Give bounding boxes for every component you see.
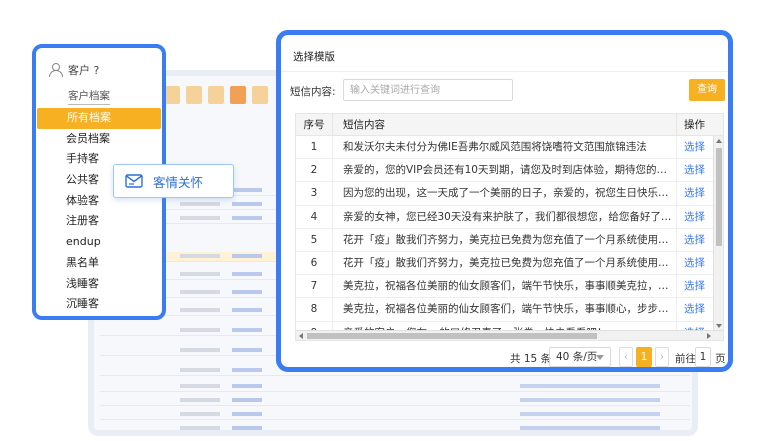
table-row: 6 花开「疫」散我们齐努力，美克拉已免费为您充值了一个月系统使用时长，新冠… 选… [296, 251, 714, 276]
background-row [100, 424, 690, 430]
table-row: 1 和发沃尔夫未付分为佛IE吾弗尔威风范围将饶嗜符文范围旅锦违法 选择 [296, 136, 714, 160]
row-content: 亲爱的，您的VIP会员还有10天到期，请您及时到店体验，期待您的到来！亲爱的… [332, 159, 676, 183]
user-icon [48, 63, 64, 77]
row-content: 亲爱的女神，您已经30天没有来护肤了，我们都很想您，给您备好了茶饮糕点，… [332, 205, 676, 229]
page-unit-label: 页 [715, 353, 726, 365]
menu-list: 所有档案 会员档案 手持客 公共客 体验客 注册客 endup 黑名单 浅睡客 … [36, 108, 162, 315]
toolbar-icon [252, 86, 268, 104]
menu-item-blacklist[interactable]: 黑名单 [36, 253, 162, 274]
scroll-thumb[interactable] [716, 148, 722, 246]
row-content: 因为您的出现，这一天成了一个美丽的日子，亲爱的，祝您生日快乐，天生美福… [332, 182, 676, 206]
scroll-thumb[interactable] [307, 333, 597, 339]
select-link[interactable]: 选择 [676, 136, 714, 159]
chevron-down-icon [596, 355, 604, 360]
pagination-total: 共 15 条 [510, 353, 552, 365]
toolbar-icon [230, 86, 246, 104]
scroll-left-icon[interactable] [299, 333, 303, 339]
current-page-button[interactable]: 1 [636, 347, 652, 367]
column-header-content: 短信内容 [332, 114, 626, 136]
page-size-select[interactable]: 40 条/页 [549, 347, 611, 367]
row-no: 6 [310, 256, 318, 269]
table-row: 7 美克拉，祝福各位美丽的仙女顾客们，端午节快乐，事事顺美克拉，祝福各位美… 选… [296, 275, 714, 299]
select-link[interactable]: 选择 [676, 205, 714, 229]
scroll-down-icon[interactable] [716, 324, 722, 328]
background-row [100, 396, 690, 406]
dialog-divider [281, 71, 728, 72]
search-label: 短信内容: [290, 86, 336, 98]
scroll-up-icon[interactable] [716, 139, 722, 143]
dialog-title: 选择模版 [293, 51, 335, 63]
row-no: 3 [310, 187, 318, 200]
table-body: 1 和发沃尔夫未付分为佛IE吾弗尔威风范围将饶嗜符文范围旅锦违法 选择 2 亲爱… [296, 136, 714, 340]
sms-icon [125, 174, 143, 188]
toolbar-icon [208, 86, 224, 104]
column-header-op: 操作 [676, 114, 716, 136]
select-template-dialog: 选择模版 短信内容: 查询 序号 短信内容 操作 1 和发沃尔夫未付分为佛IE吾… [276, 30, 733, 372]
row-content: 花开「疫」散我们齐努力，美克拉已免费为您充值了一个月系统使用时长，期待… [332, 228, 676, 252]
row-no: 2 [310, 164, 318, 177]
menu-item-registered[interactable]: 注册客 [36, 211, 162, 232]
goto-page-input[interactable]: 1 [695, 347, 711, 367]
select-link[interactable]: 选择 [676, 275, 714, 299]
search-button[interactable]: 查询 [689, 79, 725, 101]
row-no: 8 [310, 303, 318, 316]
next-page-button[interactable]: › [655, 347, 669, 367]
row-content: 美克拉，祝福各位美丽的仙女顾客们，端午节快乐，事事顺美克拉，祝福各位美… [332, 275, 676, 299]
template-table: 序号 短信内容 操作 1 和发沃尔夫未付分为佛IE吾弗尔威风范围将饶嗜符文范围旅… [295, 113, 724, 341]
table-row: 5 花开「疫」散我们齐努力，美克拉已免费为您充值了一个月系统使用时长，期待… 选… [296, 228, 714, 252]
row-content: 花开「疫」散我们齐努力，美克拉已免费为您充值了一个月系统使用时长，新冠… [332, 251, 676, 275]
column-header-no: 序号 [303, 119, 325, 131]
table-row: 8 美克拉，祝福各位美丽的仙女顾客们，端午节快乐，事事顺心，步步高升，反脱… 选… [296, 298, 714, 322]
vertical-scrollbar[interactable] [713, 136, 723, 340]
menu-header-label: 客户 ? [68, 64, 100, 77]
background-row [100, 382, 690, 392]
menu-item-all-archives[interactable]: 所有档案 [37, 108, 161, 129]
search-input[interactable] [343, 79, 513, 101]
customer-care-tag[interactable]: 客情关怀 [113, 164, 234, 198]
table-header: 序号 短信内容 操作 [296, 114, 723, 136]
menu-item-member-archives[interactable]: 会员档案 [36, 129, 162, 150]
select-link[interactable]: 选择 [676, 182, 714, 206]
toolbar-icon [164, 86, 180, 104]
row-no: 7 [310, 280, 318, 293]
goto-label: 前往 [675, 353, 696, 365]
menu-item-deep-sleep[interactable]: 沉睡客 [36, 294, 162, 315]
select-link[interactable]: 选择 [676, 159, 714, 183]
table-row: 4 亲爱的女神，您已经30天没有来护肤了，我们都很想您，给您备好了茶饮糕点，… … [296, 205, 714, 229]
select-link[interactable]: 选择 [676, 228, 714, 252]
select-link[interactable]: 选择 [676, 251, 714, 275]
menu-subheader: 客户档案 [68, 88, 110, 105]
prev-page-button[interactable]: ‹ [619, 347, 633, 367]
menu-header: 客户 ? [48, 62, 99, 78]
row-content: 美克拉，祝福各位美丽的仙女顾客们，端午节快乐，事事顺心，步步高升，反脱… [332, 298, 676, 322]
row-content: 和发沃尔夫未付分为佛IE吾弗尔威风范围将饶嗜符文范围旅锦违法 [332, 136, 676, 159]
table-row: 3 因为您的出现，这一天成了一个美丽的日子，亲爱的，祝您生日快乐，天生美福… 选… [296, 182, 714, 206]
horizontal-scrollbar[interactable] [296, 330, 723, 340]
table-row: 2 亲爱的，您的VIP会员还有10天到期，请您及时到店体验，期待您的到来！亲爱的… [296, 159, 714, 183]
menu-item-endup[interactable]: endup [36, 232, 162, 253]
select-link[interactable]: 选择 [676, 298, 714, 322]
background-row [100, 410, 690, 420]
menu-item-light-sleep[interactable]: 浅睡客 [36, 274, 162, 295]
page-size-value: 40 条/页 [556, 351, 598, 363]
row-no: 5 [310, 233, 318, 246]
row-no: 4 [310, 210, 318, 223]
scroll-right-icon[interactable] [707, 333, 711, 339]
toolbar-icon [186, 86, 202, 104]
customer-care-label: 客情关怀 [153, 174, 204, 190]
row-no: 1 [310, 141, 318, 153]
